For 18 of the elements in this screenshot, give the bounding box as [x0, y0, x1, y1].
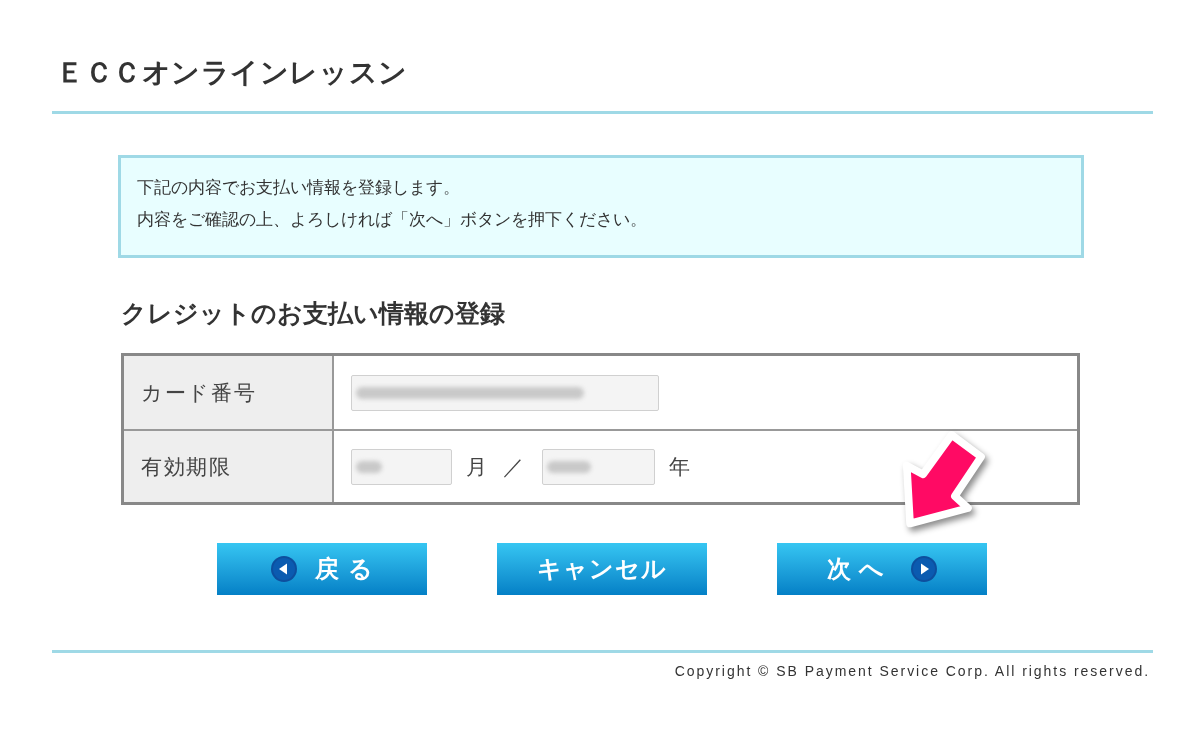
- field-unit-text: 月: [465, 453, 488, 480]
- next-button[interactable]: 次へ: [777, 543, 987, 595]
- copyright-text: Copyright © SB Payment Service Corp. All rights reserved.: [674, 662, 1150, 681]
- circle-left-arrow-icon: [271, 556, 298, 582]
- notice-text: 内容をご確認の上、よろしければ「次へ」ボタンを押下ください。: [137, 209, 647, 231]
- section-heading: クレジットのお支払い情報の登録: [121, 298, 505, 329]
- field-unit-text: ／: [502, 453, 525, 480]
- circle-right-arrow-icon: [910, 556, 937, 582]
- field-label: カード番号: [141, 379, 257, 406]
- card-number-field[interactable]: [351, 374, 659, 411]
- year-field[interactable]: [542, 448, 655, 485]
- field-unit-text: 年: [668, 453, 691, 480]
- notice-text: 下記の内容でお支払い情報を登録します。: [137, 177, 460, 199]
- field-label: 有効期限: [141, 453, 232, 480]
- site-title: ＥＣＣオンラインレッスン: [56, 56, 408, 90]
- month-field[interactable]: [351, 448, 452, 485]
- cancel-button[interactable]: キャンセル: [497, 543, 707, 595]
- back-button[interactable]: 戻る: [217, 543, 427, 595]
